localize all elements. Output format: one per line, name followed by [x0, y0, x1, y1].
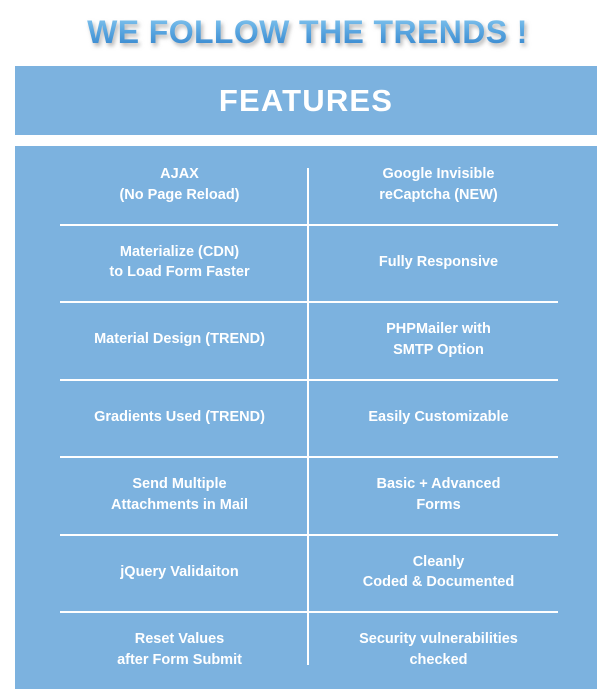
feature-cell-right: PHPMailer with SMTP Option — [309, 319, 558, 360]
feature-text-line: PHPMailer with — [386, 321, 491, 338]
feature-text-line: Coded & Documented — [362, 574, 515, 591]
table-row: Reset Values after Form Submit Security … — [60, 611, 558, 689]
features-grid: AJAX (No Page Reload) Google Invisible r… — [60, 146, 558, 689]
feature-text-line: (No Page Reload) — [119, 186, 240, 203]
feature-cell-left: Materialize (CDN) to Load Form Faster — [60, 242, 309, 283]
feature-cell-right: Google Invisible reCaptcha (NEW) — [309, 164, 558, 205]
feature-cell-left: Reset Values after Form Submit — [60, 629, 309, 670]
feature-text-line: after Form Submit — [117, 651, 242, 668]
feature-cell-left: jQuery Validaiton — [60, 562, 309, 583]
table-row: Gradients Used (TREND) Easily Customizab… — [60, 378, 558, 457]
features-header-bar: FEATURES — [15, 66, 597, 135]
feature-text-line: Materialize (CDN) — [119, 243, 240, 260]
feature-text-line: Cleanly — [412, 553, 465, 570]
features-header-label: FEATURES — [218, 82, 394, 118]
feature-text-line: jQuery Validaiton — [120, 563, 239, 580]
feature-text-line: Reset Values — [134, 631, 225, 648]
table-row: Send Multiple Attachments in Mail Basic … — [60, 456, 558, 534]
feature-cell-left: Gradients Used (TREND) — [60, 407, 309, 428]
table-row: AJAX (No Page Reload) Google Invisible r… — [60, 146, 558, 224]
feature-text-line: Fully Responsive — [378, 253, 499, 270]
headline-container: WE FOLLOW THE TRENDS ! — [0, 14, 615, 51]
feature-text-line: to Load Form Faster — [109, 264, 250, 281]
feature-text-line: Google Invisible — [382, 166, 495, 183]
feature-text-line: Gradients Used (TREND) — [94, 408, 265, 425]
feature-text-line: Attachments in Mail — [111, 496, 248, 513]
table-row: Materialize (CDN) to Load Form Faster Fu… — [60, 223, 558, 302]
page-title: WE FOLLOW THE TRENDS ! — [87, 14, 528, 50]
feature-cell-left: Material Design (TREND) — [60, 329, 309, 350]
feature-text-line: Forms — [416, 496, 461, 513]
feature-text-line: SMTP Option — [393, 341, 484, 358]
feature-cell-left: AJAX (No Page Reload) — [60, 164, 309, 205]
feature-cell-right: Security vulnerabilities checked — [309, 629, 558, 670]
feature-text-line: AJAX — [160, 166, 199, 183]
table-row: Material Design (TREND) PHPMailer with S… — [60, 301, 558, 379]
feature-text-line: reCaptcha (NEW) — [379, 186, 498, 203]
feature-text-line: Material Design (TREND) — [94, 331, 265, 348]
feature-text-line: Basic + Advanced — [376, 476, 501, 493]
features-page: WE FOLLOW THE TRENDS ! FEATURES AJAX (No… — [0, 0, 615, 700]
feature-cell-right: Cleanly Coded & Documented — [309, 552, 558, 593]
feature-cell-right: Fully Responsive — [309, 252, 558, 273]
feature-cell-left: Send Multiple Attachments in Mail — [60, 474, 309, 515]
feature-text-line: checked — [409, 651, 468, 668]
feature-text-line: Security vulnerabilities — [359, 631, 518, 648]
feature-cell-right: Basic + Advanced Forms — [309, 474, 558, 515]
feature-cell-right: Easily Customizable — [309, 407, 558, 428]
features-table-panel: AJAX (No Page Reload) Google Invisible r… — [15, 146, 597, 689]
feature-text-line: Easily Customizable — [368, 408, 509, 425]
feature-text-line: Send Multiple — [132, 476, 227, 493]
table-row: jQuery Validaiton Cleanly Coded & Docume… — [60, 533, 558, 612]
